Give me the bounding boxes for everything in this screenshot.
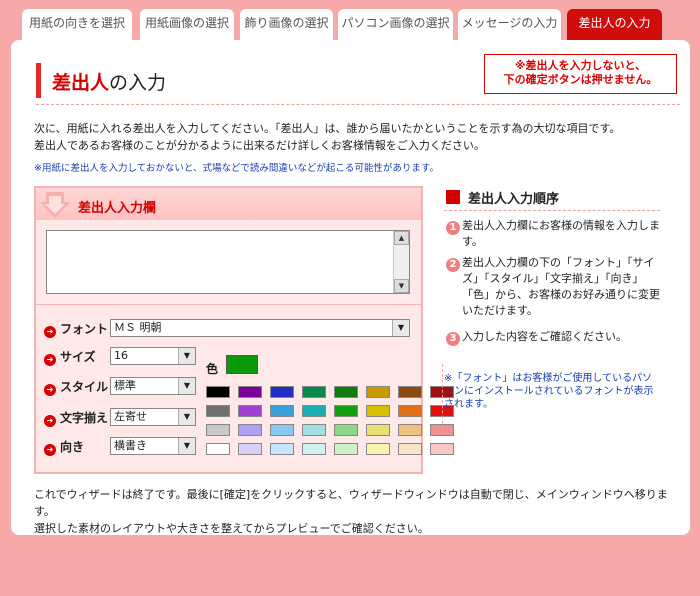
color-swatch[interactable] — [270, 424, 294, 436]
color-swatch[interactable] — [366, 405, 390, 417]
order-title: 差出人入力順序 — [468, 192, 560, 207]
color-swatch[interactable] — [398, 405, 422, 417]
size-label: ➜ サイズ — [44, 348, 96, 366]
input-box-header: 差出人入力欄 — [36, 188, 421, 220]
color-swatch[interactable] — [302, 405, 326, 417]
chevron-down-icon[interactable]: ▼ — [178, 438, 195, 454]
arrow-right-icon: ➜ — [44, 444, 56, 456]
color-swatch[interactable] — [398, 424, 422, 436]
align-select[interactable]: 左寄せ ▼ — [110, 408, 196, 426]
scroll-up-icon[interactable]: ▲ — [394, 231, 409, 245]
tab-message-input[interactable]: メッセージの入力 — [458, 9, 561, 40]
color-swatch[interactable] — [366, 424, 390, 436]
sender-input-box: 差出人入力欄 ▲ ▼ ➜ フォント ＭＳ 明朝 ▼ ➜ サイズ 16 ▼ ➜ スタイル 標… — [34, 186, 454, 474]
intro-line-1: 次に、用紙に入れる差出人を入力してください。「差出人」は、誰から届いたかというこ… — [34, 122, 621, 135]
warning-line-2: 下の確定ボタンは押せません。 — [503, 73, 658, 86]
color-swatch[interactable] — [398, 443, 422, 455]
color-swatch[interactable] — [302, 386, 326, 398]
order-title-marker — [446, 190, 460, 204]
color-swatch[interactable] — [206, 424, 230, 436]
step-1-badge: 1 — [446, 221, 460, 235]
style-label: ➜ スタイル — [44, 378, 108, 396]
chevron-down-icon[interactable]: ▼ — [178, 409, 195, 425]
warning-line-1: ※差出人を入力しないと、 — [514, 59, 647, 72]
order-divider — [444, 210, 660, 211]
chevron-down-icon[interactable]: ▼ — [178, 348, 195, 364]
color-swatch[interactable] — [238, 405, 262, 417]
step-3-text: 入力した内容をご確認ください。 — [462, 330, 627, 343]
input-box-heading: 差出人入力欄 — [78, 201, 157, 216]
size-select[interactable]: 16 ▼ — [110, 347, 196, 365]
note-side-line — [442, 364, 443, 434]
title-accent-bar — [36, 63, 41, 98]
sender-textarea-frame: ▲ ▼ — [46, 230, 410, 294]
chevron-down-icon[interactable]: ▼ — [392, 320, 409, 336]
scroll-down-icon[interactable]: ▼ — [394, 279, 409, 293]
intro-line-2: 差出人であるお客様のことが分かるように出来るだけ詳しくお客様情報をご入力ください… — [34, 139, 485, 152]
tab-paper-orientation[interactable]: 用紙の向きを選択 — [22, 9, 132, 40]
step-2-text: 差出人入力欄の下の「フォント」「サイズ」「スタイル」「文字揃え」「向き」「色」か… — [462, 256, 660, 317]
sender-textarea[interactable] — [47, 231, 393, 293]
down-arrow-icon — [40, 192, 70, 218]
arrow-right-icon: ➜ — [44, 384, 56, 396]
color-swatch[interactable] — [430, 443, 454, 455]
footer-text: これでウィザードは終了です。最後に[確定]をクリックすると、ウィザードウィンドウ… — [34, 486, 674, 537]
textarea-scrollbar[interactable]: ▲ ▼ — [393, 231, 409, 293]
color-swatch[interactable] — [334, 443, 358, 455]
color-swatch[interactable] — [238, 386, 262, 398]
color-swatch[interactable] — [302, 424, 326, 436]
direction-label: ➜ 向き — [44, 438, 84, 456]
font-select[interactable]: ＭＳ 明朝 ▼ — [110, 319, 410, 337]
color-swatch[interactable] — [302, 443, 326, 455]
intro-text: 次に、用紙に入れる差出人を入力してください。「差出人」は、誰から届いたかというこ… — [34, 120, 674, 154]
current-color-swatch — [226, 355, 258, 374]
color-swatch[interactable] — [398, 386, 422, 398]
misread-note: ※用紙に差出人を入力しておかないと、式場などで読み間違いなどが起こる可能性があり… — [34, 163, 439, 174]
color-swatch[interactable] — [206, 405, 230, 417]
align-label: ➜ 文字揃え — [44, 409, 108, 427]
color-swatch[interactable] — [366, 386, 390, 398]
tab-sender-input[interactable]: 差出人の入力 — [567, 9, 662, 40]
step-2-badge: 2 — [446, 258, 460, 272]
title-divider — [36, 104, 680, 105]
page-title: 差出人の入力 — [52, 72, 167, 94]
footer-line-2: 選択した素材のレイアウトや大きさを整えてからプレビューでご確認ください。 — [34, 522, 429, 535]
step-1-text: 差出人入力欄にお客様の情報を入力します。 — [462, 219, 660, 248]
color-swatch[interactable] — [206, 443, 230, 455]
arrow-right-icon: ➜ — [44, 326, 56, 338]
arrow-right-icon: ➜ — [44, 354, 56, 366]
color-label: 色 — [206, 362, 219, 376]
color-swatch[interactable] — [238, 443, 262, 455]
tab-paper-image[interactable]: 用紙画像の選択 — [140, 9, 234, 40]
tab-pc-image[interactable]: パソコン画像の選択 — [338, 9, 453, 40]
color-swatch[interactable] — [334, 386, 358, 398]
warning-box: ※差出人を入力しないと、 下の確定ボタンは押せません。 — [484, 54, 677, 94]
color-swatch[interactable] — [238, 424, 262, 436]
style-select[interactable]: 標準 ▼ — [110, 377, 196, 395]
font-label: ➜ フォント — [44, 320, 108, 338]
color-swatch[interactable] — [270, 386, 294, 398]
footer-line-1: これでウィザードは終了です。最後に[確定]をクリックすると、ウィザードウィンドウ… — [34, 488, 668, 518]
color-swatch[interactable] — [334, 424, 358, 436]
color-swatch[interactable] — [206, 386, 230, 398]
chevron-down-icon[interactable]: ▼ — [178, 378, 195, 394]
color-swatch[interactable] — [270, 405, 294, 417]
color-swatch[interactable] — [270, 443, 294, 455]
color-swatch[interactable] — [366, 443, 390, 455]
input-box-divider — [36, 304, 421, 305]
direction-select[interactable]: 横書き ▼ — [110, 437, 196, 455]
arrow-right-icon: ➜ — [44, 415, 56, 427]
color-swatch[interactable] — [334, 405, 358, 417]
step-3-badge: 3 — [446, 332, 460, 346]
tab-decoration-image[interactable]: 飾り画像の選択 — [240, 9, 333, 40]
font-note: ※「フォント」はお客様がご使用しているパソコンにインストールされているフォントが… — [444, 373, 654, 410]
